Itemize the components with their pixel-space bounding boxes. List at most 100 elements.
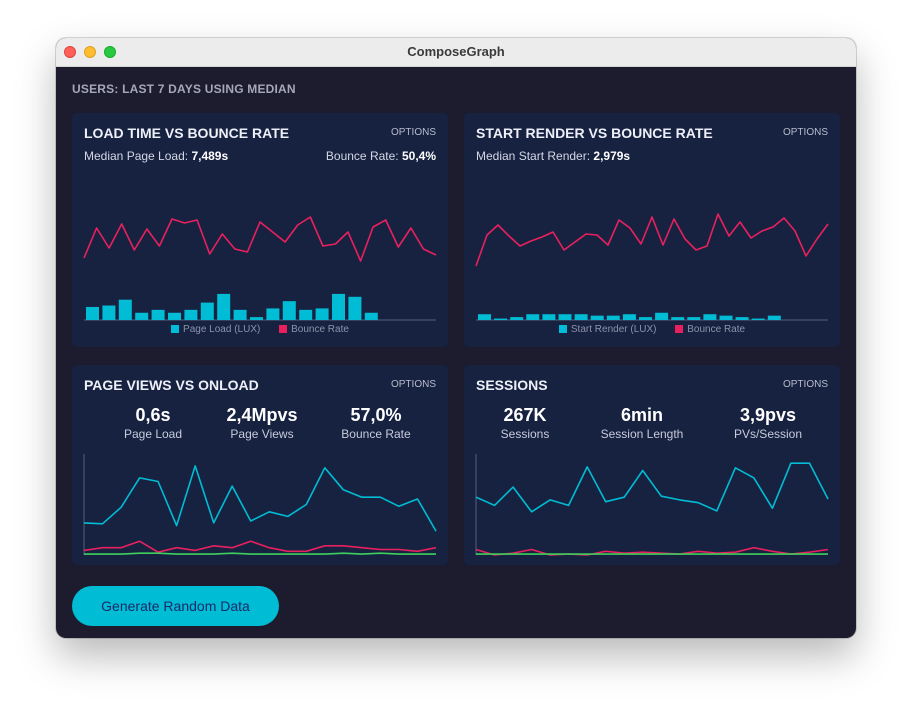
card-title: START RENDER VS BOUNCE RATE [476,125,713,141]
stat-value: 2,4Mpvs [226,405,298,425]
median-start-render: Median Start Render: 2,979s [476,149,630,163]
stat-label: Page Views [230,427,294,441]
options-button[interactable]: OPTIONS [783,127,828,138]
bar-14 [315,308,329,320]
stat-value: 6min [620,405,663,425]
median-page-load: Median Page Load: 7,489s [84,149,228,163]
stat-value: 267K [503,405,547,425]
bar-11 [655,312,669,320]
legend-label: Start Render (LUX) [570,324,657,335]
window-title: ComposeGraph [407,44,505,59]
series-line-0 [83,465,437,532]
bar-0 [478,314,491,320]
bar-0 [86,306,99,320]
legend-label: Page Load (LUX) [183,324,261,335]
bar-17 [364,312,378,320]
stat-pvs-per-session: 3,9pvs PVs/Session [708,405,828,441]
bounce-label: Bounce Rate: [325,149,399,163]
series-line-2 [84,552,436,555]
bar-6 [184,309,198,320]
bar-2 [510,317,524,320]
bounce-rate-summary: Bounce Rate: 50,4% [326,149,436,163]
bar-15 [719,315,733,320]
bar-12 [671,317,685,320]
bar-2 [118,299,132,320]
bar-10 [639,317,652,320]
legend-swatch [675,325,684,333]
metric-value: 7,489s [191,149,229,163]
bounce-value: 50,4% [401,149,436,163]
page-views-card: PAGE VIEWS VS ONLOAD OPTIONS 0,6s Page L… [72,365,448,565]
legend-item-bounce-rate: Bounce Rate [675,324,745,335]
bar-8 [606,315,620,320]
legend-swatch [558,325,567,333]
bar-1 [494,318,508,320]
stat-page-load: 0,6s Page Load [93,405,213,441]
sessions-card: SESSIONS OPTIONS 267K Sessions 6min Sess… [464,365,840,565]
legend-item-bounce-rate: Bounce Rate [279,324,349,335]
bar-3 [526,314,540,320]
bar-10 [250,317,263,320]
chart-legend: Page Load (LUX) Bounce Rate [72,324,448,335]
series-line-0 [475,213,829,267]
load-time-card: LOAD TIME VS BOUNCE RATE OPTIONS Median … [72,113,448,347]
bar-8 [217,293,231,320]
start-render-card: START RENDER VS BOUNCE RATE OPTIONS Medi… [464,113,840,347]
stat-session-length: 6min Session Length [582,405,702,441]
bar-16 [348,296,362,320]
card-title: PAGE VIEWS VS ONLOAD [84,377,259,393]
bar-12 [282,301,296,320]
generate-random-data-button[interactable]: Generate Random Data [72,586,279,626]
series-line-0 [475,462,829,513]
bar-15 [332,293,345,320]
bar-13 [687,317,701,320]
options-button[interactable]: OPTIONS [391,379,436,390]
stat-value: 0,6s [135,405,171,425]
bar-5 [168,312,181,320]
bar-9 [622,314,636,320]
stat-label: Sessions [500,427,550,441]
options-button[interactable]: OPTIONS [783,379,828,390]
title-bar: ComposeGraph [56,38,856,67]
stat-value: 57,0% [350,405,402,425]
bar-9 [233,309,247,320]
page-heading: USERS: LAST 7 DAYS USING MEDIAN [72,82,296,96]
bar-18 [767,315,781,320]
chart-legend: Start Render (LUX) Bounce Rate [464,324,840,335]
card-title: LOAD TIME VS BOUNCE RATE [84,125,290,141]
bar-17 [751,318,765,320]
legend-item-page-load: Page Load (LUX) [171,324,260,335]
card-title: SESSIONS [476,377,548,393]
stat-label: Bounce Rate [341,427,411,441]
stat-label: Session Length [600,427,684,441]
stat-sessions: 267K Sessions [465,405,585,441]
metric-label: Median Start Render: [476,149,591,163]
bar-4 [151,309,165,320]
bar-4 [542,314,556,320]
bar-16 [735,317,749,320]
stat-label: Page Load [123,427,183,441]
legend-swatch [279,325,288,333]
stat-bounce-rate: 57,0% Bounce Rate [316,405,436,441]
legend-label: Bounce Rate [687,324,746,335]
sessions-chart [475,454,829,556]
page-views-chart [83,454,437,555]
bar-6 [574,314,588,320]
series-line-1 [83,540,437,553]
stat-page-views: 2,4Mpvs Page Views [202,405,322,441]
options-button[interactable]: OPTIONS [391,127,436,138]
legend-label: Bounce Rate [291,324,349,335]
metric-label: Median Page Load: [84,149,189,163]
bar-11 [266,308,280,320]
legend-swatch [171,325,180,333]
bar-5 [558,314,572,320]
stat-label: PVs/Session [733,427,803,441]
metric-value: 2,979s [593,149,631,163]
bar-3 [135,312,149,320]
series-line-0 [83,216,437,262]
bar-7 [200,302,214,320]
bar-1 [102,305,116,320]
app-window: ComposeGraph USERS: LAST 7 DAYS USING ME… [56,38,856,638]
bar-13 [299,309,313,320]
legend-item-start-render: Start Render (LUX) [558,324,657,335]
